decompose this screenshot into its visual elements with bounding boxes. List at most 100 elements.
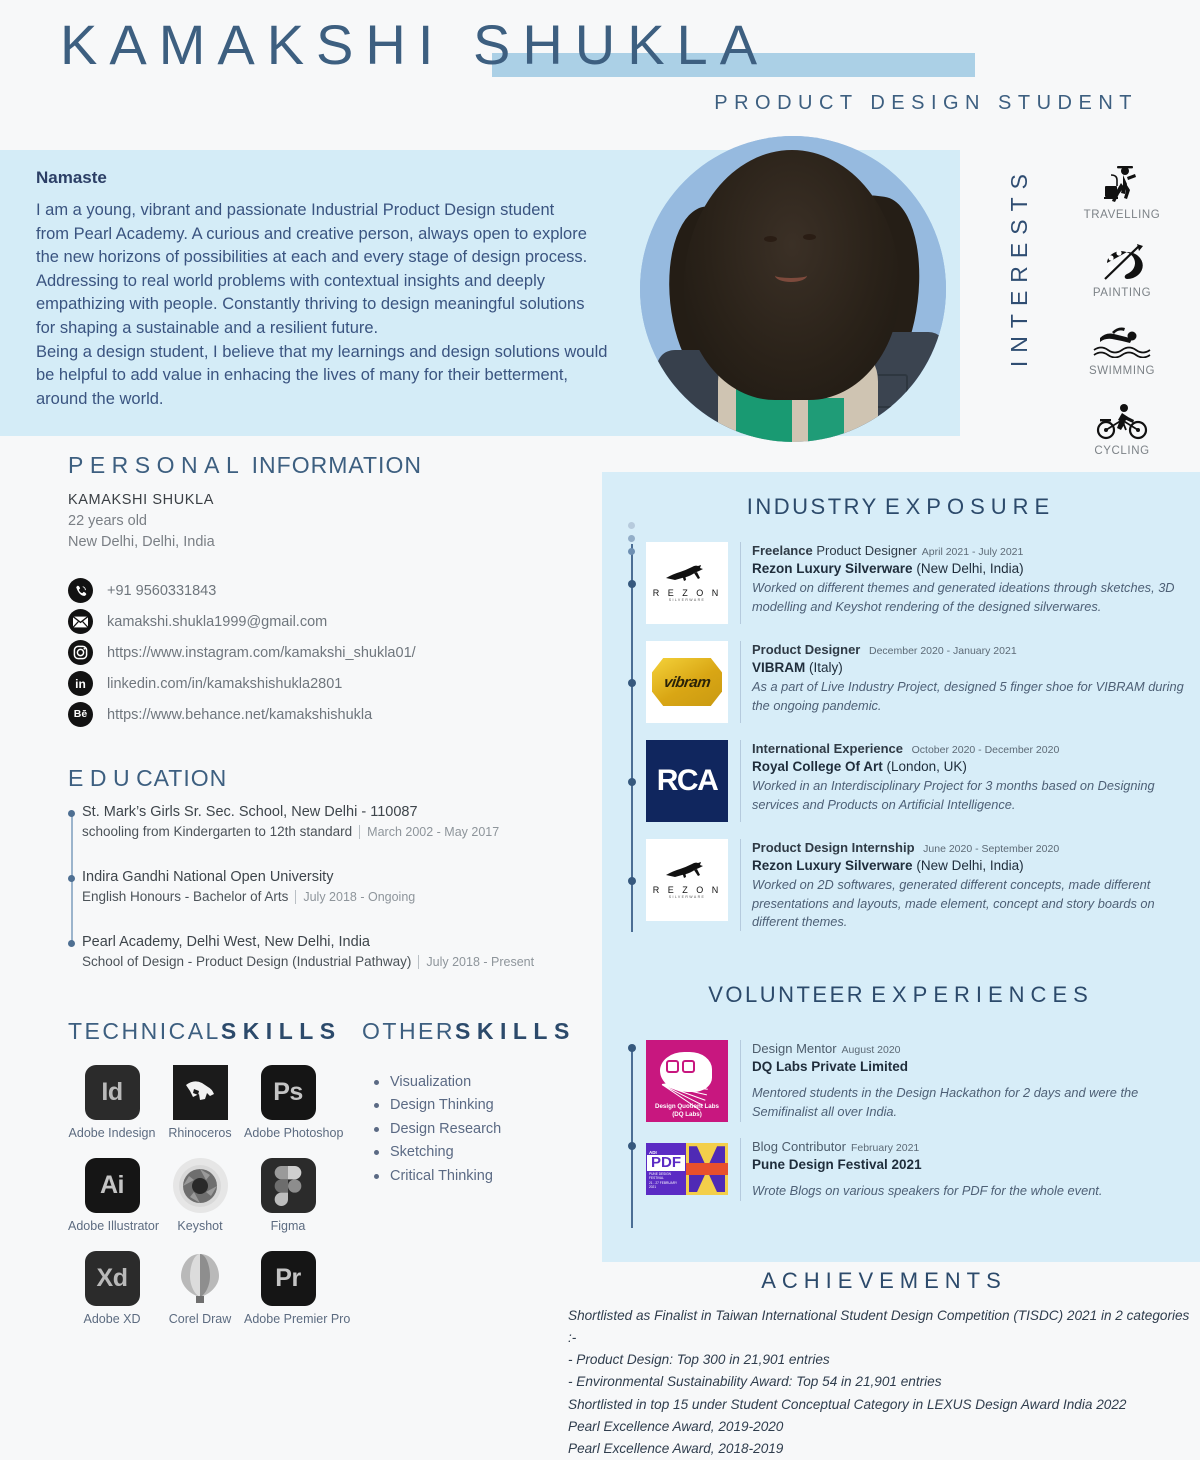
org-name: DQ Labs Private Limited	[752, 1058, 909, 1074]
experience-item: RCA International Experience October 2020…	[627, 740, 1188, 822]
rezon-logo: R E Z O N SILVERWARE	[646, 542, 728, 624]
contact-row[interactable]: +91 9560331843	[68, 575, 588, 606]
volunteer-item: Design Quotient Labs (DQ Labs) Design Ment…	[627, 1040, 1188, 1122]
role-title: Product Design Internship	[752, 840, 915, 855]
skill-item: Ps Adobe Photoshop	[244, 1065, 344, 1140]
timeline-dot	[627, 679, 636, 687]
interest-painting: PAINTING	[1052, 240, 1192, 299]
experience-role: Product Designer December 2020 - January…	[752, 641, 1188, 659]
adobe-illustrator-icon: Ai	[84, 1158, 140, 1213]
education-item: Indira Gandhi National Open University En…	[67, 869, 588, 904]
timeline-dot	[627, 1142, 636, 1150]
contact-text: https://www.instagram.com/kamakshi_shukl…	[107, 644, 416, 661]
education-detail: School of Design - Product Design (Indus…	[82, 954, 412, 969]
role-title: Freelance	[752, 543, 813, 558]
achievement-item: Shortlisted as Finalist in Taiwan Intern…	[568, 1308, 1190, 1346]
skill-item: Id Adobe Indesign	[68, 1065, 156, 1140]
adobe-premiere-icon: Pr	[260, 1251, 316, 1306]
achievement-item: Shortlisted in top 15 under Student Conc…	[568, 1396, 1127, 1412]
experience-org: VIBRAM (Italy)	[752, 659, 1188, 678]
heading-bold: SKILLS	[220, 1018, 342, 1044]
skill-item: Keyshot	[156, 1158, 244, 1233]
contact-row[interactable]: Bē https://www.behance.net/kamakshishukla	[68, 699, 588, 730]
volunteer-description: Wrote Blogs on various speakers for PDF …	[752, 1183, 1103, 1199]
experience-item: R E Z O N SILVERWARE Product Design Intern…	[627, 839, 1188, 931]
skill-name: Keyshot	[177, 1219, 223, 1233]
volunteer-description: Mentored students in the Design Hackatho…	[752, 1085, 1139, 1119]
education-sub: School of Design - Product Design (Indus…	[82, 954, 588, 969]
other-skills-list: Visualization Design Thinking Design Resea…	[362, 1071, 592, 1188]
experience-org: Rezon Luxury Silverware (New Delhi, Indi…	[752, 857, 1188, 876]
org-name: VIBRAM	[752, 659, 806, 675]
other-skills-section: OTHERSKILLS Visualization Design Thinking…	[362, 1018, 592, 1188]
contact-row[interactable]: https://www.instagram.com/kamakshi_shukl…	[68, 637, 588, 668]
skill-name: Corel Draw	[168, 1312, 232, 1326]
experience-description: As a part of Live Industry Project, desi…	[752, 679, 1184, 713]
education-timeline: St. Mark’s Girls Sr. Sec. School, New De…	[67, 804, 588, 969]
heading-bold: EDU	[68, 765, 137, 791]
keyshot-icon	[172, 1158, 228, 1213]
contact-row[interactable]: kamakshi.shukla1999@gmail.com	[68, 606, 588, 637]
bio-line: empathizing with people. Constantly thri…	[36, 295, 585, 314]
bio-line: I am a young, vibrant and passionate Ind…	[36, 201, 555, 219]
education-date: July 2018 - Present	[418, 955, 534, 969]
figma-icon	[260, 1158, 316, 1213]
rhinoceros-icon	[172, 1065, 228, 1120]
skill-item: Xd Adobe XD	[68, 1251, 156, 1326]
heading-light: INFORMATION	[251, 452, 422, 478]
bio-block: Namaste I am a young, vibrant and passio…	[36, 168, 651, 411]
personal-name: KAMAKSHI SHUKLA	[68, 492, 214, 508]
achievements-section: ACHIEVEMENTS Shortlisted as Finalist in …	[568, 1268, 1200, 1460]
email-icon[interactable]	[68, 609, 93, 635]
bio-line: the new horizons of possibilities at eac…	[36, 248, 588, 267]
page-title: KAMAKSHI SHUKLA	[60, 13, 770, 76]
volunteer-role: Blog Contributor February 2021	[752, 1138, 1188, 1156]
corel-draw-icon	[173, 1251, 228, 1306]
education-title: Indira Gandhi National Open University	[82, 869, 334, 885]
heading-bold: PERSONAL	[68, 452, 246, 478]
phone-icon[interactable]	[68, 578, 93, 604]
linkedin-icon[interactable]: in	[68, 671, 93, 697]
role-title: International Experience	[752, 741, 903, 756]
heading-bold: SKILLS	[455, 1018, 576, 1044]
other-skill-item: Design Research	[374, 1118, 592, 1141]
contact-list: +91 9560331843 kamakshi.shukla1999@gmail.…	[68, 575, 588, 730]
org-location: (New Delhi, India)	[916, 857, 1024, 873]
achievement-item: Pearl Excellence Award, 2018-2019	[568, 1440, 784, 1456]
cycling-icon	[1052, 398, 1192, 444]
heading-light: OTHER	[362, 1018, 455, 1044]
education-detail: schooling from Kindergarten to 12th stan…	[82, 824, 353, 839]
skill-name: Adobe XD	[83, 1312, 141, 1326]
instagram-icon[interactable]	[68, 640, 93, 666]
interest-label: SWIMMING	[1088, 365, 1156, 377]
technical-skills-section: TECHNICALSKILLS Id Adobe Indesign Rhinocer…	[68, 1018, 368, 1344]
timeline-dot	[67, 810, 75, 817]
skill-name: Rhinoceros	[168, 1126, 232, 1140]
personal-information-heading: PERSONAL INFORMATION	[68, 452, 588, 479]
volunteer-date: February 2021	[850, 1142, 920, 1154]
behance-icon[interactable]: Bē	[68, 702, 93, 728]
bio-line: Being a design student, I believe that m…	[36, 342, 608, 361]
page-subtitle: PRODUCT DESIGN STUDENT	[714, 92, 1138, 114]
avatar	[640, 136, 946, 442]
skill-item: Figma	[244, 1158, 332, 1233]
industry-exposure-heading: INDUSTRY EXPOSURE	[602, 494, 1200, 520]
org-location: (Italy)	[809, 659, 843, 675]
experience-role: Product Design Internship June 2020 - Se…	[752, 839, 1188, 857]
skill-name: Adobe Premier Pro	[244, 1312, 351, 1326]
education-title: Pearl Academy, Delhi West, New Delhi, In…	[82, 934, 370, 950]
achievement-item: Pearl Excellence Award, 2019-2020	[568, 1418, 784, 1434]
heading-light: CATION	[136, 765, 228, 791]
adobe-indesign-icon: Id	[84, 1065, 140, 1120]
adobe-photoshop-icon: Ps	[260, 1065, 316, 1120]
contact-text: https://www.behance.net/kamakshishukla	[107, 706, 373, 723]
contact-row[interactable]: in linkedin.com/in/kamakshishukla2801	[68, 668, 588, 699]
skill-name: Adobe Photoshop	[244, 1126, 344, 1140]
education-sub: English Honours - Bachelor of Arts July 2…	[82, 889, 588, 904]
other-skill-item: Visualization	[374, 1071, 592, 1094]
experience-date: June 2020 - September 2020	[923, 843, 1060, 855]
experience-org: Royal College Of Art (London, UK)	[752, 758, 1188, 777]
experience-role: Freelance Product Designer April 2021 - J…	[752, 542, 1188, 560]
interest-cycling: CYCLING	[1052, 398, 1192, 457]
experience-date: December 2020 - January 2021	[868, 645, 1017, 657]
